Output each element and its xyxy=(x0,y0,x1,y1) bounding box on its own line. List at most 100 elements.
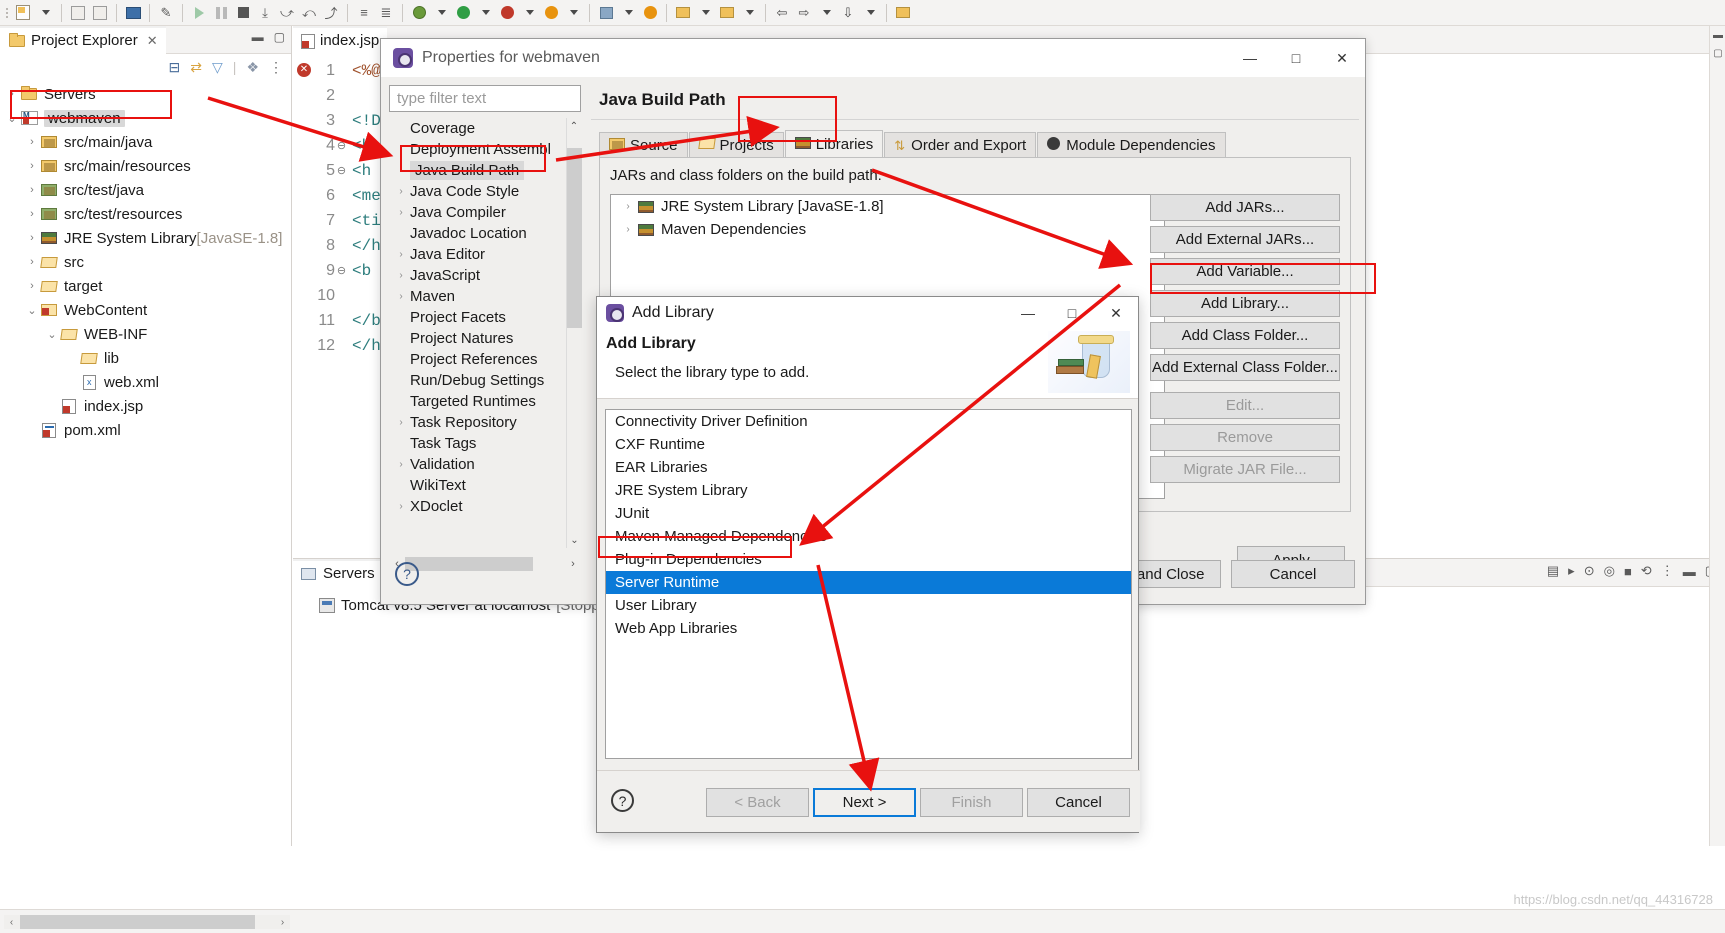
filter-input[interactable]: type filter text xyxy=(389,85,581,112)
expand-arrow-icon[interactable]: › xyxy=(24,280,40,292)
chevron-down-icon[interactable] xyxy=(474,2,496,24)
print-icon[interactable] xyxy=(122,2,144,24)
expand-arrow-icon[interactable]: ⌄ xyxy=(4,112,20,125)
expand-arrow-icon[interactable]: › xyxy=(4,88,20,100)
minimize-icon[interactable]: ▬ xyxy=(1710,26,1725,44)
add-library-titlebar[interactable]: Add Library — □ ✕ xyxy=(597,297,1138,329)
properties-tree-item[interactable]: Project Facets xyxy=(389,307,581,328)
chevron-down-icon[interactable] xyxy=(430,2,452,24)
expand-arrow-icon[interactable]: › xyxy=(392,249,410,260)
library-type-item[interactable]: Server Runtime xyxy=(606,571,1131,594)
view-menu-icon[interactable]: ⋮ xyxy=(269,59,283,76)
tree-item[interactable]: › src xyxy=(0,250,291,274)
tab-project-explorer[interactable]: Project Explorer ✕ xyxy=(0,25,166,54)
properties-tree-item[interactable]: Targeted Runtimes xyxy=(389,391,581,412)
profile-icon[interactable]: ◎ xyxy=(1604,563,1615,579)
help-icon[interactable]: ? xyxy=(395,562,419,586)
next-annotation-icon[interactable]: ≡ xyxy=(353,2,375,24)
library-type-item[interactable]: JRE System Library xyxy=(606,479,1131,502)
properties-dialog-titlebar[interactable]: Properties for webmaven — □ ✕ xyxy=(381,39,1365,77)
add-jars-button[interactable]: Add JARs... xyxy=(1150,194,1340,221)
restart-icon[interactable]: ⟲ xyxy=(1641,563,1652,579)
fold-toggle-icon[interactable]: ⊖ xyxy=(335,164,348,178)
drop-to-frame-icon[interactable]: ⤴ xyxy=(320,2,342,24)
expand-arrow-icon[interactable]: ⌄ xyxy=(44,328,60,341)
expand-arrow-icon[interactable]: › xyxy=(24,136,40,148)
properties-tree-item[interactable]: › Task Repository xyxy=(389,412,581,433)
library-type-item[interactable]: CXF Runtime xyxy=(606,433,1131,456)
tree-item[interactable]: › src/main/java xyxy=(0,130,291,154)
link-with-editor-icon[interactable]: ⇄ xyxy=(190,59,202,76)
properties-tree-item[interactable]: Project References xyxy=(389,349,581,370)
expand-arrow-icon[interactable]: › xyxy=(619,201,637,212)
build-path-tabs[interactable]: Source Projects Libraries ⇅ Order and Export… xyxy=(599,130,1359,157)
chevron-down-icon[interactable] xyxy=(815,2,837,24)
properties-tree-item[interactable]: › Java Code Style xyxy=(389,181,581,202)
cancel-button[interactable]: Cancel xyxy=(1231,560,1355,588)
save-all-icon[interactable] xyxy=(89,2,111,24)
properties-tree-item[interactable]: Task Tags xyxy=(389,433,581,454)
expand-arrow-icon[interactable]: › xyxy=(392,459,410,470)
minimize-icon[interactable]: ▬ xyxy=(252,30,264,44)
tab-index-jsp[interactable]: index.jsp xyxy=(293,25,388,54)
add-class-folder-button[interactable]: Add Class Folder... xyxy=(1150,322,1340,349)
add-library-button[interactable]: Add Library... xyxy=(1150,290,1340,317)
expand-arrow-icon[interactable]: ⌄ xyxy=(24,304,40,317)
chevron-down-icon[interactable] xyxy=(617,2,639,24)
wizard-buttons[interactable]: < Back Next > Finish Cancel xyxy=(706,788,1130,817)
tree-item[interactable]: web.xml xyxy=(0,370,291,394)
view-window-buttons[interactable]: ▬ ▢ xyxy=(252,30,285,44)
debug-icon[interactable] xyxy=(408,2,430,24)
close-icon[interactable]: ✕ xyxy=(147,33,158,49)
properties-tree-item[interactable]: Run/Debug Settings xyxy=(389,370,581,391)
help-icon[interactable]: ? xyxy=(611,789,634,812)
external-tools-icon[interactable] xyxy=(716,2,738,24)
collapse-all-icon[interactable]: ⊟ xyxy=(169,59,181,76)
view-menu-icon[interactable]: ⋮ xyxy=(1661,563,1674,579)
scrollbar-thumb[interactable] xyxy=(567,148,582,328)
chevron-down-icon[interactable] xyxy=(518,2,540,24)
expand-arrow-icon[interactable]: › xyxy=(392,291,410,302)
scroll-left-icon[interactable]: ‹ xyxy=(4,915,19,929)
build-path-entry[interactable]: › JRE System Library [JavaSE-1.8] xyxy=(611,195,1164,218)
previous-annotation-icon[interactable]: ≣ xyxy=(375,2,397,24)
properties-tree-item[interactable]: WikiText xyxy=(389,475,581,496)
tab-libraries[interactable]: Libraries xyxy=(784,130,884,157)
window-buttons[interactable]: — □ ✕ xyxy=(1006,297,1138,329)
tree-item[interactable]: › src/test/java xyxy=(0,178,291,202)
toolbar-drag-handle[interactable] xyxy=(4,4,10,22)
library-type-item[interactable]: Maven Managed Dependencies xyxy=(606,525,1131,548)
minimize-icon[interactable]: — xyxy=(1227,39,1273,77)
expand-arrow-icon[interactable]: › xyxy=(24,160,40,172)
expand-arrow-icon[interactable]: › xyxy=(392,417,410,428)
terminate-icon[interactable] xyxy=(232,2,254,24)
toggle-marker-icon[interactable]: ✎ xyxy=(155,2,177,24)
view-menu-filter-icon[interactable]: ▽ xyxy=(212,59,223,76)
tab-order-and-export[interactable]: ⇅ Order and Export xyxy=(884,132,1037,157)
properties-tree-item[interactable]: › XDoclet xyxy=(389,496,581,517)
properties-tree-item[interactable]: Project Natures xyxy=(389,328,581,349)
expand-arrow-icon[interactable]: › xyxy=(24,256,40,268)
new-java-project-icon[interactable] xyxy=(892,2,914,24)
chevron-down-icon[interactable] xyxy=(738,2,760,24)
tree-item[interactable]: › src/test/resources xyxy=(0,202,291,226)
properties-tree-item[interactable]: Deployment Assembl xyxy=(389,139,581,160)
debug-icon[interactable]: ⊙ xyxy=(1584,563,1595,579)
properties-tree-item[interactable]: Javadoc Location xyxy=(389,223,581,244)
library-type-list[interactable]: Connectivity Driver Definition CXF Runtim… xyxy=(605,409,1132,759)
properties-tree-item[interactable]: › JavaScript xyxy=(389,265,581,286)
start-icon[interactable]: ▸ xyxy=(1568,563,1575,579)
library-type-item[interactable]: User Library xyxy=(606,594,1131,617)
properties-nav-panel[interactable]: type filter text Coverage Deployment Asse… xyxy=(389,85,582,572)
step-return-icon[interactable]: ⤺ xyxy=(298,2,320,24)
properties-tree-item[interactable]: › Validation xyxy=(389,454,581,475)
add-external-jars-button[interactable]: Add External JARs... xyxy=(1150,226,1340,253)
expand-arrow-icon[interactable]: › xyxy=(392,270,410,281)
properties-tree-item[interactable]: › Maven xyxy=(389,286,581,307)
maximize-icon[interactable]: ▢ xyxy=(274,30,285,44)
main-toolbar[interactable]: ✎ ⤓ ⤻ ⤺ ⤴ ≡ ≣ ⇦ ⇨ ⇩ xyxy=(0,0,1725,26)
maximize-icon[interactable]: □ xyxy=(1273,39,1319,77)
project-explorer-hscrollbar[interactable]: ‹ › xyxy=(4,915,290,929)
back-icon[interactable]: ⇦ xyxy=(771,2,793,24)
build-path-buttons[interactable]: Add JARs... Add External JARs... Add Varia… xyxy=(1150,194,1340,488)
